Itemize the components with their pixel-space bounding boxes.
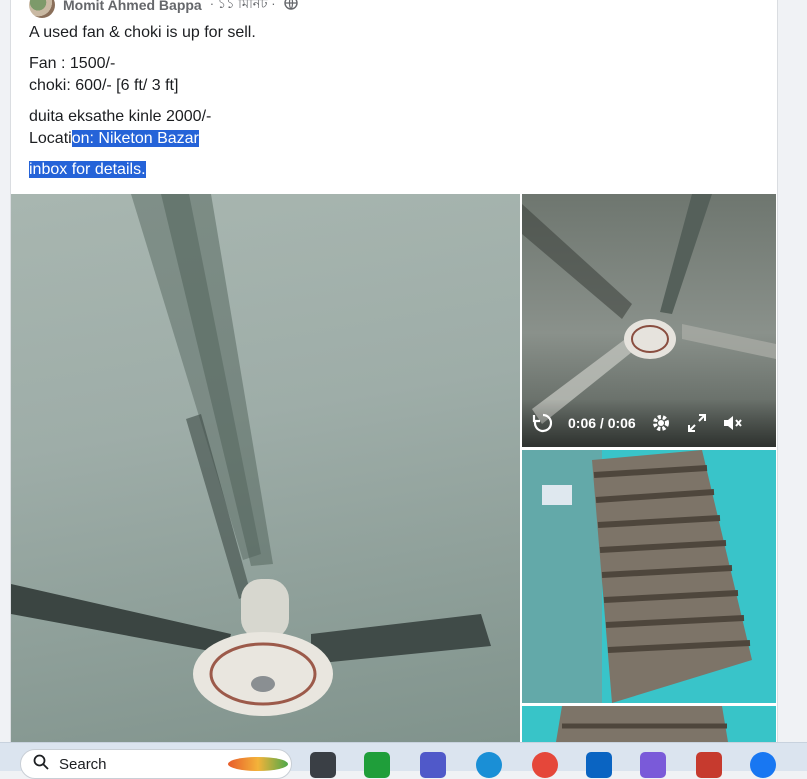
author-name[interactable]: Momit Ahmed Bappa [63,0,202,13]
post-line-6: inbox for details. [29,159,256,181]
app-icon[interactable] [696,752,722,778]
search-icon [33,754,49,775]
post-line-2: Fan : 1500/- [29,55,116,72]
teams-icon[interactable] [420,752,446,778]
post-text: A used fan & choki is up for sell. Fan :… [29,22,256,190]
avatar[interactable] [29,0,55,18]
task-view-icon[interactable] [310,752,336,778]
post-line-5: Location: Niketon Bazar [29,128,256,150]
chip-app-icon[interactable] [364,752,390,778]
choki-photo[interactable] [522,450,776,703]
video-controls: 0:06 / 0:06 [522,399,776,447]
fan-photo[interactable] [11,194,520,748]
post-line-3: choki: 600/- [6 ft/ 3 ft] [29,77,179,94]
post-header: Momit Ahmed Bappa · ১১ মিনিট · [29,0,298,18]
mute-icon[interactable] [722,412,744,434]
video-time: 0:06 / 0:06 [568,415,636,431]
post-line-1: A used fan & choki is up for sell. [29,24,256,41]
fruit-widget-icon[interactable] [228,757,288,771]
replay-icon[interactable] [532,412,554,434]
chrome-icon[interactable] [532,752,558,778]
edge-icon[interactable] [476,752,502,778]
outlook-icon[interactable] [586,752,612,778]
location-value: on: Niketon Bazar [71,130,199,147]
post-card: Momit Ahmed Bappa · ১১ মিনিট · A used fa… [10,0,778,748]
gear-icon[interactable] [650,412,672,434]
post-line-4: duita eksathe kinle 2000/- [29,108,212,125]
globe-icon [283,0,298,15]
inbox-line: inbox for details. [29,161,146,178]
store-icon[interactable] [640,752,666,778]
fullscreen-icon[interactable] [686,412,708,434]
fan-video[interactable]: 0:06 / 0:06 [522,194,776,447]
location-label: Locati [29,130,72,147]
facebook-icon[interactable] [750,752,776,778]
taskbar: Search [0,742,807,779]
post-time[interactable]: · ১১ মিনিট · [210,0,276,16]
